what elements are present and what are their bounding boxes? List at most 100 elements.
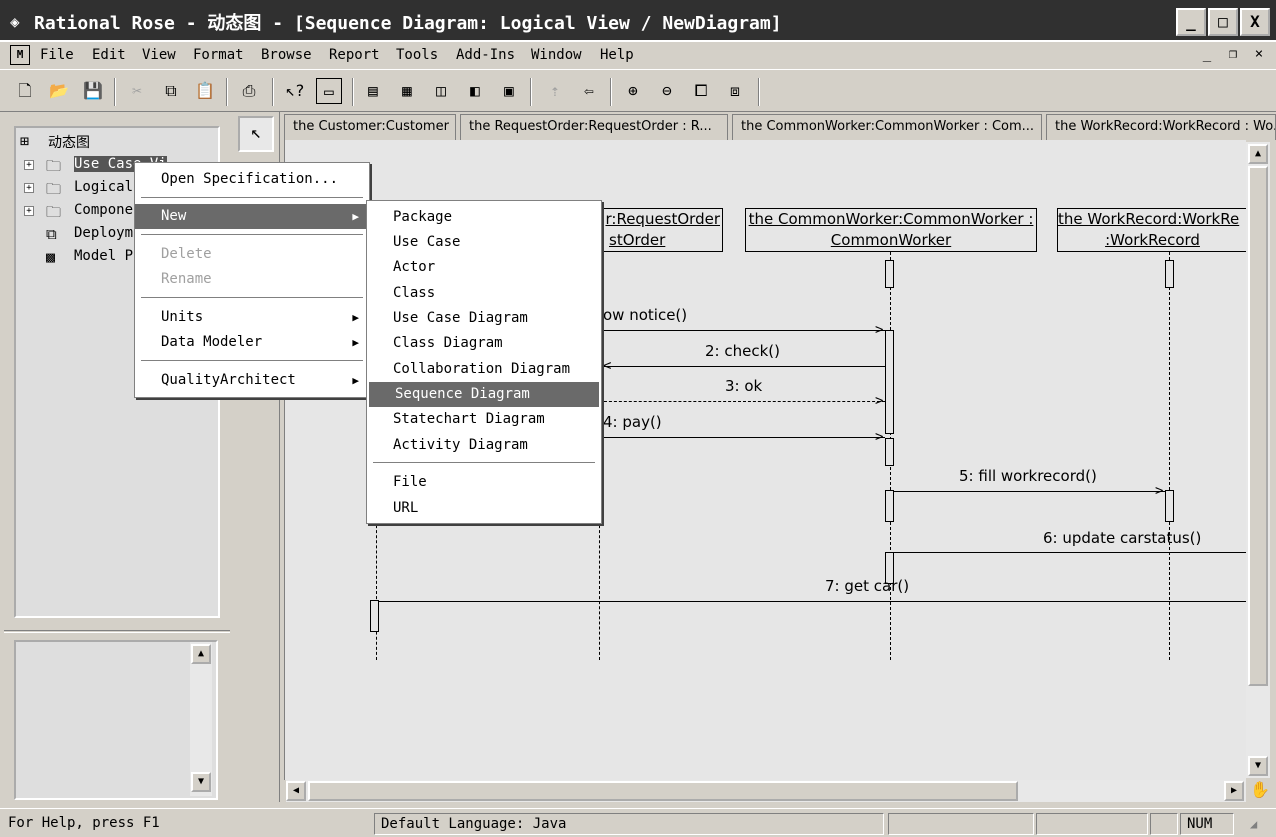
zoom-in-icon[interactable]: ⊕	[620, 78, 646, 104]
menu-help[interactable]: Help	[600, 47, 634, 63]
menu-item-units[interactable]: Units ▶	[135, 305, 369, 330]
maximize-button[interactable]: □	[1208, 8, 1238, 36]
submenu-item-actor[interactable]: Actor	[367, 255, 601, 280]
close-button[interactable]: X	[1240, 8, 1270, 36]
menu-add-ins[interactable]: Add-Ins	[456, 47, 515, 63]
diagram-vertical-scrollbar[interactable]: ▲ ▼	[1246, 142, 1270, 778]
tab-customer[interactable]: the Customer:Customer	[284, 114, 456, 140]
submenu-item-activity-diagram[interactable]: Activity Diagram	[367, 433, 601, 458]
activation-bar[interactable]	[885, 330, 894, 434]
undo-fit-icon[interactable]: ⧈	[722, 78, 748, 104]
message-arrow[interactable]	[599, 330, 885, 331]
copy-icon[interactable]: ⧉	[158, 78, 184, 104]
pan-hand-icon[interactable]: ✋	[1248, 780, 1272, 802]
open-icon[interactable]: 📂	[46, 78, 72, 104]
resize-grip-icon[interactable]: ◢	[1250, 817, 1257, 831]
browse-component-icon[interactable]: ◫	[428, 78, 454, 104]
browse-statechart-icon[interactable]: ▣	[496, 78, 522, 104]
cut-icon[interactable]: ✂	[124, 78, 150, 104]
documentation-scrollbar[interactable]: ▲ ▼	[190, 642, 212, 796]
expand-icon[interactable]: +	[24, 183, 34, 193]
menu-tools[interactable]: Tools	[396, 47, 438, 63]
submenu-item-use-case-diagram[interactable]: Use Case Diagram	[367, 306, 601, 331]
tab-request-order[interactable]: the RequestOrder:RequestOrder : R...	[460, 114, 728, 140]
activation-bar[interactable]	[1165, 260, 1174, 288]
object-work-record[interactable]: the WorkRecord:WorkRe :WorkRecord	[1057, 208, 1247, 252]
message-arrow[interactable]	[599, 437, 885, 438]
mdi-restore-button[interactable]: ❐	[1222, 46, 1244, 62]
browse-interaction-icon[interactable]: ▦	[394, 78, 420, 104]
context-help-icon[interactable]: ↖?	[282, 78, 308, 104]
submenu-item-collaboration-diagram[interactable]: Collaboration Diagram	[367, 357, 601, 382]
activation-bar[interactable]	[885, 438, 894, 466]
rose-app-icon[interactable]: ◈	[10, 12, 20, 31]
message-label[interactable]: 3: ok	[725, 377, 762, 395]
browse-class-icon[interactable]: ▤	[360, 78, 386, 104]
scroll-left-icon[interactable]: ◀	[286, 781, 306, 801]
diagram-horizontal-scrollbar[interactable]: ◀ ▶	[286, 780, 1246, 802]
submenu-item-sequence-diagram[interactable]: Sequence Diagram	[369, 382, 599, 407]
fit-window-icon[interactable]: ⧠	[688, 78, 714, 104]
menu-item-delete[interactable]: Delete	[135, 242, 369, 267]
expand-icon[interactable]: +	[24, 160, 34, 170]
scroll-down-icon[interactable]: ▼	[1248, 756, 1268, 776]
submenu-item-use-case[interactable]: Use Case	[367, 230, 601, 255]
message-arrow[interactable]	[894, 552, 1247, 553]
message-arrow[interactable]	[894, 491, 1165, 492]
zoom-out-icon[interactable]: ⊖	[654, 78, 680, 104]
scroll-thumb[interactable]	[308, 781, 1018, 801]
minimize-button[interactable]: _	[1176, 8, 1206, 36]
expand-icon[interactable]: +	[24, 206, 34, 216]
message-label[interactable]: ow notice()	[603, 306, 687, 324]
menu-report[interactable]: Report	[329, 47, 380, 63]
scroll-right-icon[interactable]: ▶	[1224, 781, 1244, 801]
browse-parent-icon[interactable]: ⇡	[542, 78, 568, 104]
message-label[interactable]: 5: fill workrecord()	[959, 467, 1097, 485]
menu-window[interactable]: Window	[531, 47, 582, 63]
message-arrow[interactable]	[599, 401, 885, 402]
print-icon[interactable]: ⎙	[236, 78, 262, 104]
scroll-thumb[interactable]	[1248, 166, 1268, 686]
panel-splitter[interactable]	[4, 630, 230, 633]
scroll-down-icon[interactable]: ▼	[191, 772, 211, 792]
selection-tool-icon[interactable]: ↖	[238, 116, 274, 152]
submenu-item-url[interactable]: URL	[367, 496, 601, 521]
message-arrow[interactable]	[379, 601, 1247, 602]
submenu-item-statechart-diagram[interactable]: Statechart Diagram	[367, 407, 601, 432]
scroll-up-icon[interactable]: ▲	[1248, 144, 1268, 164]
browse-deployment-icon[interactable]: ◧	[462, 78, 488, 104]
scroll-up-icon[interactable]: ▲	[191, 644, 211, 664]
menu-format[interactable]: Format	[193, 47, 244, 63]
tab-work-record[interactable]: the WorkRecord:WorkRecord : Wo...	[1046, 114, 1276, 140]
menu-item-rename[interactable]: Rename	[135, 267, 369, 292]
object-common-worker[interactable]: the CommonWorker:CommonWorker : CommonWo…	[745, 208, 1037, 252]
documentation-pane[interactable]	[14, 640, 218, 800]
message-label[interactable]: 7: get car()	[825, 577, 909, 595]
submenu-item-file[interactable]: File	[367, 470, 601, 495]
message-label[interactable]: 6: update carstatus()	[1043, 529, 1201, 547]
mdi-minimize-button[interactable]: _	[1196, 46, 1218, 62]
browse-previous-icon[interactable]: ⇦	[576, 78, 602, 104]
message-label[interactable]: 2: check()	[705, 342, 780, 360]
menu-view[interactable]: View	[142, 47, 176, 63]
menu-item-new[interactable]: New ▶	[135, 204, 369, 229]
activation-bar[interactable]	[885, 260, 894, 288]
menu-file[interactable]: File	[40, 47, 74, 63]
view-doc-icon[interactable]: ▭	[316, 78, 342, 104]
message-arrow[interactable]	[603, 366, 885, 367]
activation-bar[interactable]	[885, 490, 894, 522]
submenu-item-class-diagram[interactable]: Class Diagram	[367, 331, 601, 356]
menu-edit[interactable]: Edit	[92, 47, 126, 63]
mdi-close-button[interactable]: ×	[1248, 46, 1270, 62]
paste-icon[interactable]: 📋	[192, 78, 218, 104]
document-system-menu-icon[interactable]: M	[10, 45, 30, 65]
message-label[interactable]: 4: pay()	[603, 413, 662, 431]
tab-common-worker[interactable]: the CommonWorker:CommonWorker : Com...	[732, 114, 1042, 140]
menu-item-open-specification[interactable]: Open Specification...	[135, 167, 369, 192]
new-icon[interactable]: 🗋	[12, 78, 38, 104]
menu-browse[interactable]: Browse	[261, 47, 312, 63]
object-request-order[interactable]: r:RequestOrder stOrder	[601, 208, 723, 252]
save-icon[interactable]: 💾	[80, 78, 106, 104]
activation-bar[interactable]	[370, 600, 379, 632]
menu-item-quality-architect[interactable]: QualityArchitect ▶	[135, 368, 369, 393]
